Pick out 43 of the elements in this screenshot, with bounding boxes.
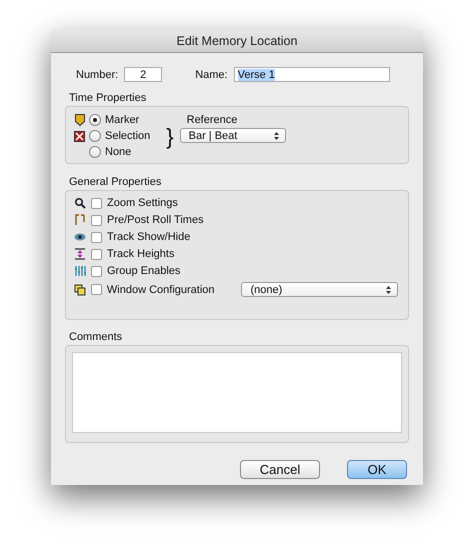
faders-icon: [74, 265, 86, 277]
checkbox[interactable]: [90, 284, 102, 295]
radio-label: Marker: [105, 114, 140, 126]
updown-icon: [274, 132, 279, 140]
window-config-dropdown[interactable]: (none): [241, 282, 398, 297]
checkbox[interactable]: [91, 198, 102, 208]
checkbox-label: Group Enables: [107, 265, 180, 277]
radio-button[interactable]: [89, 114, 101, 126]
reference-label: Reference: [186, 114, 238, 126]
selection-icon: [74, 130, 85, 142]
radio-label: None: [105, 146, 132, 158]
checkbox[interactable]: [91, 266, 102, 276]
windows-icon: [74, 284, 86, 296]
search-icon: [74, 197, 86, 209]
reference-dropdown[interactable]: Bar | Beat: [180, 128, 286, 143]
radio-button[interactable]: [89, 130, 101, 142]
brace-sign: }: [166, 126, 174, 151]
name-field[interactable]: Verse 1: [234, 67, 390, 82]
name-label: Name:: [195, 68, 228, 80]
window-title: Edit Memory Location: [176, 34, 298, 48]
checkbox[interactable]: [91, 232, 102, 242]
checkbox-label: Window Configuration: [106, 284, 216, 296]
cancel-button[interactable]: Cancel: [240, 460, 320, 479]
checkbox-label: Track Heights: [107, 248, 174, 260]
marker-icon: [74, 114, 84, 126]
section-title: General Properties: [69, 176, 162, 188]
comments-field[interactable]: [72, 352, 402, 433]
updown-icon: [386, 286, 391, 294]
section-title: Time Properties: [69, 92, 148, 104]
checkbox[interactable]: [91, 248, 102, 260]
checkbox-label: Pre/Post Roll Times: [107, 214, 204, 226]
radio-label: Selection: [105, 130, 150, 142]
section-title: Comments: [69, 331, 124, 343]
ok-button[interactable]: OK: [347, 460, 407, 479]
eye-icon: [74, 231, 86, 243]
checkbox-label: Track Show/Hide: [107, 231, 190, 243]
radio-button[interactable]: [89, 146, 101, 158]
bracket-flags-icon: [74, 214, 86, 226]
checkbox-label: Zoom Settings: [107, 197, 178, 209]
number-field[interactable]: 2: [124, 67, 162, 82]
checkbox[interactable]: [91, 214, 102, 226]
track-height-icon: [74, 248, 86, 260]
number-label: Number:: [76, 68, 118, 80]
